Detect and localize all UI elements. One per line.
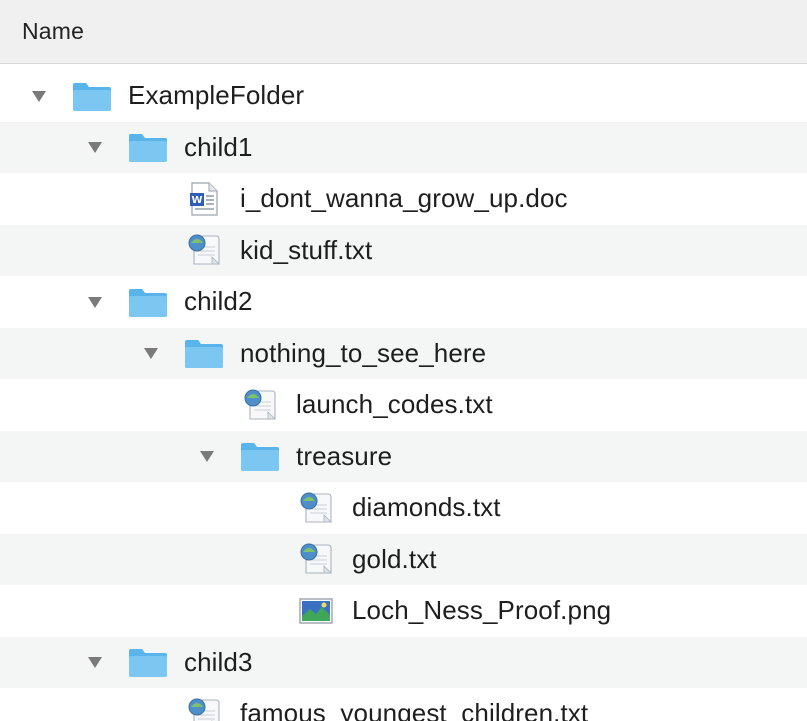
file-tree: ExampleFolder child1 Wi_dont_wanna_grow_up… (0, 70, 807, 721)
item-name: treasure (296, 440, 393, 471)
image-file-icon (296, 594, 336, 628)
folder-row[interactable]: nothing_to_see_here (0, 327, 807, 379)
item-name: child3 (184, 646, 253, 677)
disclosure-triangle-down-icon[interactable] (196, 445, 218, 467)
folder-icon (72, 79, 112, 113)
file-row[interactable]: gold.txt (0, 533, 807, 585)
item-name: nothing_to_see_here (240, 337, 487, 368)
text-document-icon (296, 491, 336, 525)
file-browser: Name ExampleFolder child1 Wi_dont_wanna_gr… (0, 0, 807, 721)
text-document-icon (296, 542, 336, 576)
word-document-icon: W (184, 182, 224, 216)
item-name: child1 (184, 131, 253, 162)
item-name: Loch_Ness_Proof.png (352, 595, 612, 626)
text-document-icon (184, 233, 224, 267)
item-name: i_dont_wanna_grow_up.doc (240, 183, 568, 214)
folder-icon (128, 645, 168, 679)
item-name: famous_youngest_children.txt (240, 698, 589, 721)
svg-text:W: W (191, 195, 202, 206)
folder-row[interactable]: ExampleFolder (0, 70, 807, 122)
folder-icon (240, 439, 280, 473)
disclosure-triangle-down-icon[interactable] (84, 136, 106, 158)
item-name: diamonds.txt (352, 492, 501, 523)
folder-icon (184, 336, 224, 370)
text-document-icon (184, 697, 224, 721)
file-row[interactable]: kid_stuff.txt (0, 224, 807, 276)
folder-row[interactable]: child1 (0, 121, 807, 173)
name-column-header[interactable]: Name (22, 18, 84, 45)
folder-icon (128, 130, 168, 164)
item-name: launch_codes.txt (296, 389, 493, 420)
folder-row[interactable]: treasure (0, 430, 807, 482)
folder-icon (128, 285, 168, 319)
disclosure-triangle-down-icon[interactable] (84, 291, 106, 313)
item-name: ExampleFolder (128, 80, 305, 111)
item-name: child2 (184, 286, 253, 317)
file-row[interactable]: Loch_Ness_Proof.png (0, 585, 807, 637)
folder-row[interactable]: child2 (0, 276, 807, 328)
column-header[interactable]: Name (0, 0, 807, 64)
file-row[interactable]: famous_youngest_children.txt (0, 688, 807, 721)
disclosure-triangle-down-icon[interactable] (140, 342, 162, 364)
file-row[interactable]: launch_codes.txt (0, 379, 807, 431)
disclosure-triangle-down-icon[interactable] (28, 85, 50, 107)
file-row[interactable]: diamonds.txt (0, 482, 807, 534)
item-name: kid_stuff.txt (240, 234, 373, 265)
item-name: gold.txt (352, 543, 437, 574)
disclosure-triangle-down-icon[interactable] (84, 651, 106, 673)
text-document-icon (240, 388, 280, 422)
file-row[interactable]: Wi_dont_wanna_grow_up.doc (0, 173, 807, 225)
folder-row[interactable]: child3 (0, 636, 807, 688)
